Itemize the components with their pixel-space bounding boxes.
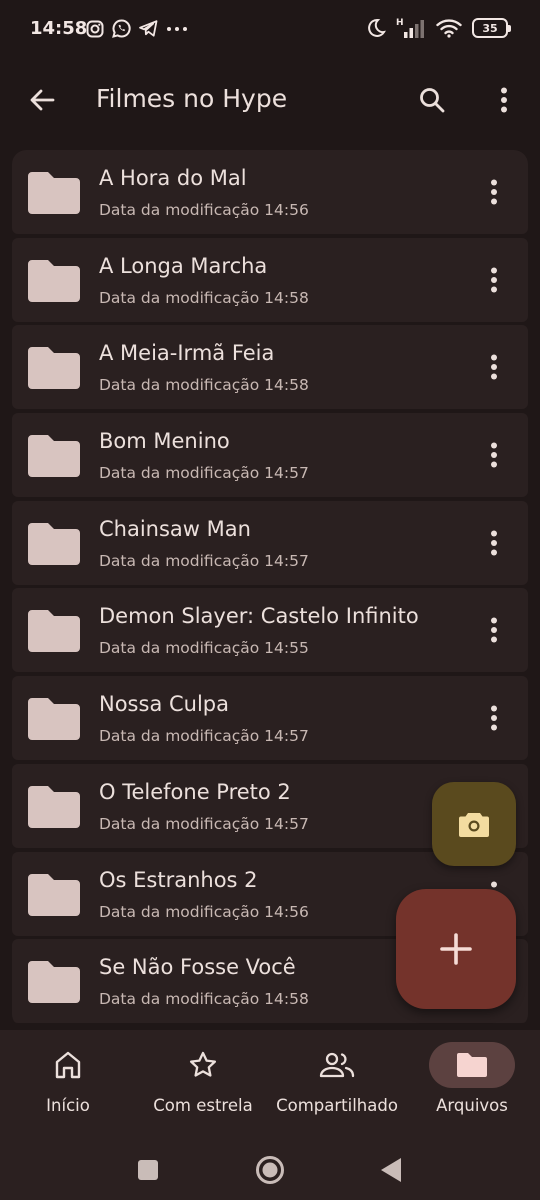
add-new-button[interactable]	[396, 889, 516, 1009]
file-more-button[interactable]	[472, 521, 516, 565]
square-recents-icon	[138, 1160, 158, 1180]
nav-label-compartilhado: Compartilhado	[276, 1096, 398, 1115]
folder-icon	[28, 259, 80, 302]
nav-item-com-estrela[interactable]: Com estrela	[145, 1030, 261, 1136]
file-modified-date: Data da modificação 14:57	[99, 551, 309, 570]
triangle-back-icon	[381, 1158, 401, 1182]
file-more-button[interactable]	[472, 345, 516, 389]
folder-icon	[28, 698, 80, 741]
folder-icon	[28, 435, 80, 478]
folder-icon	[28, 172, 80, 214]
more-vert-icon	[501, 87, 507, 113]
folder-icon	[28, 522, 80, 565]
telegram-icon	[139, 20, 158, 37]
file-modified-date: Data da modificação 14:58	[99, 990, 309, 1009]
file-more-button[interactable]	[472, 433, 516, 477]
more-vert-icon	[491, 705, 497, 731]
nav-item-arquivos[interactable]: Arquivos	[429, 1030, 515, 1136]
file-name: Chainsaw Man	[99, 516, 251, 541]
file-name: Demon Slayer: Castelo Infinito	[99, 604, 419, 629]
more-vert-icon	[491, 617, 497, 643]
nav-label-arquivos: Arquivos	[436, 1096, 508, 1115]
more-vert-icon	[491, 354, 497, 380]
status-bar: 14:58 H 35	[0, 0, 540, 60]
scan-camera-button[interactable]	[432, 782, 516, 866]
file-name: O Telefone Preto 2	[99, 779, 291, 804]
file-modified-date: Data da modificação 14:56	[99, 201, 309, 219]
file-name: A Longa Marcha	[99, 253, 268, 278]
file-row[interactable]: Nossa Culpa Data da modificação 14:57	[12, 676, 528, 761]
file-row[interactable]: A Hora do Mal Data da modificação 14:56	[12, 150, 528, 234]
more-vert-icon	[491, 530, 497, 556]
nav-label-inicio: Início	[46, 1096, 90, 1115]
file-modified-date: Data da modificação 14:58	[99, 376, 309, 395]
file-more-button[interactable]	[472, 696, 516, 740]
signal-icon: H	[396, 18, 424, 38]
file-name: Se Não Fosse Você	[99, 955, 296, 980]
camera-icon	[459, 813, 489, 837]
whatsapp-icon	[112, 19, 131, 38]
folder-icon	[28, 610, 80, 653]
file-row[interactable]: A Meia-Irmã Feia Data da modificação 14:…	[12, 325, 528, 410]
network-type-label: H	[396, 18, 404, 28]
folder-icon	[28, 785, 80, 828]
plus-icon	[440, 933, 472, 965]
app-bar: Filmes no Hype	[0, 70, 540, 130]
home-system-button[interactable]	[248, 1148, 292, 1192]
home-icon	[55, 1051, 81, 1079]
star-icon	[189, 1051, 217, 1077]
folder-icon	[28, 347, 80, 390]
file-name: Os Estranhos 2	[99, 867, 258, 892]
system-navigation-bar	[0, 1136, 540, 1200]
file-row[interactable]: Chainsaw Man Data da modificação 14:57	[12, 500, 528, 585]
file-name: A Meia-Irmã Feia	[99, 341, 275, 366]
page-title: Filmes no Hype	[96, 84, 288, 113]
file-row[interactable]: Demon Slayer: Castelo Infinito Data da m…	[12, 588, 528, 673]
folder-icon	[28, 873, 80, 916]
search-icon	[420, 88, 445, 113]
more-vert-icon	[491, 442, 497, 468]
arrow-back-icon	[30, 89, 55, 111]
people-icon	[319, 1052, 355, 1078]
nav-item-inicio[interactable]: Início	[25, 1030, 111, 1136]
file-row[interactable]: Bom Menino Data da modificação 14:57	[12, 413, 528, 498]
battery-indicator: 35	[472, 18, 511, 38]
do-not-disturb-moon-icon	[368, 18, 386, 37]
folder-icon	[457, 1053, 487, 1077]
wifi-icon	[436, 19, 462, 38]
file-name: Nossa Culpa	[99, 692, 229, 717]
more-vert-icon	[491, 179, 497, 205]
nav-label-com-estrela: Com estrela	[153, 1096, 253, 1115]
recents-button[interactable]	[126, 1148, 170, 1192]
circle-home-icon	[256, 1156, 284, 1184]
more-options-button[interactable]	[482, 78, 526, 122]
file-more-button[interactable]	[472, 170, 516, 214]
instagram-icon	[86, 20, 104, 37]
bottom-navigation: Início Com estrela Compartilhado Arquivo…	[0, 1030, 540, 1136]
search-button[interactable]	[410, 78, 454, 122]
file-modified-date: Data da modificação 14:55	[99, 639, 309, 658]
file-more-button[interactable]	[472, 258, 516, 302]
file-more-button[interactable]	[472, 608, 516, 652]
file-name: Bom Menino	[99, 429, 230, 454]
file-name: A Hora do Mal	[99, 166, 247, 190]
file-modified-date: Data da modificação 14:58	[99, 288, 309, 307]
back-button[interactable]	[22, 80, 62, 120]
file-row[interactable]: A Longa Marcha Data da modificação 14:58	[12, 237, 528, 322]
folder-icon	[28, 961, 80, 1004]
back-system-button[interactable]	[369, 1148, 413, 1192]
file-modified-date: Data da modificação 14:57	[99, 727, 309, 746]
file-modified-date: Data da modificação 14:57	[99, 464, 309, 483]
more-vert-icon	[491, 267, 497, 293]
nav-item-compartilhado[interactable]: Compartilhado	[270, 1030, 404, 1136]
file-modified-date: Data da modificação 14:56	[99, 902, 309, 921]
status-time: 14:58	[30, 18, 88, 39]
more-dots-icon	[167, 26, 187, 31]
file-modified-date: Data da modificação 14:57	[99, 814, 309, 833]
